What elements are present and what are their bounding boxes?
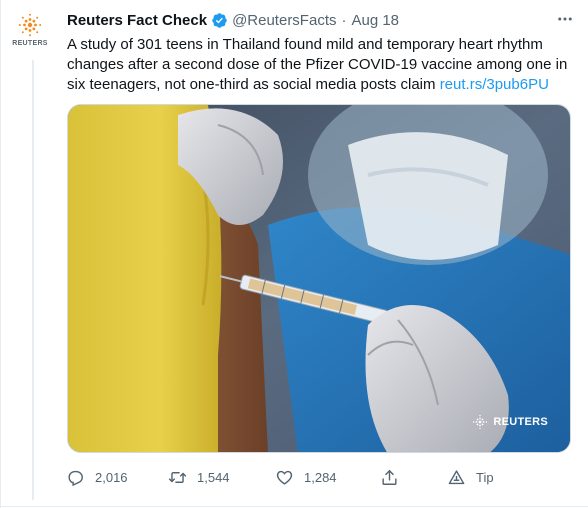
- reply-icon: [68, 470, 83, 486]
- retweet-button[interactable]: 1,544: [168, 468, 230, 487]
- retweet-count: 1,544: [197, 469, 230, 485]
- tweet-actions-bar: 2,016 1,544 1,284 Tip: [60, 463, 580, 491]
- like-count: 1,284: [304, 469, 337, 485]
- author-name[interactable]: Reuters Fact Check: [67, 12, 207, 29]
- heart-icon: [276, 470, 293, 485]
- bottom-border: [0, 506, 588, 507]
- tweet-text-line: six teenagers, not one-third as social m…: [67, 75, 577, 95]
- separator-dot: ·: [341, 11, 347, 29]
- avatar-wordmark: REUTERS: [12, 40, 48, 47]
- watermark-text: REUTERS: [493, 416, 548, 428]
- tip-icon: [448, 469, 465, 484]
- avatar-column: REUTERS: [8, 12, 52, 56]
- verified-badge-icon: [212, 12, 227, 28]
- left-border: [0, 0, 1, 508]
- vaccination-photo: [68, 105, 570, 452]
- retweet-icon: [168, 471, 187, 483]
- tweet-text-fragment: six teenagers, not one-third as social m…: [67, 76, 440, 93]
- like-button[interactable]: 1,284: [275, 468, 337, 487]
- share-button[interactable]: [380, 468, 399, 487]
- thread-line: [32, 60, 34, 500]
- reply-count: 2,016: [95, 469, 128, 485]
- tweet-date[interactable]: Aug 18: [351, 12, 399, 29]
- tweet-link[interactable]: reut.rs/3pub6PU: [440, 76, 549, 93]
- tip-label: Tip: [476, 469, 494, 485]
- tweet-text-line: changes after a second dose of the Pfize…: [67, 56, 568, 73]
- tweet-text-line: A study of 301 teens in Thailand found m…: [67, 36, 543, 53]
- share-icon: [382, 469, 397, 485]
- reuters-watermark-icon: [473, 414, 488, 430]
- more-options-button[interactable]: [553, 7, 577, 31]
- tip-button[interactable]: Tip: [447, 468, 494, 487]
- author-handle[interactable]: @ReutersFacts: [232, 12, 336, 29]
- tweet-header: Reuters Fact Check @ReutersFacts · Aug 1…: [67, 9, 577, 31]
- avatar[interactable]: REUTERS: [8, 12, 52, 56]
- reply-button[interactable]: 2,016: [66, 468, 128, 487]
- media-watermark: REUTERS: [472, 414, 548, 430]
- reuters-logo-icon: [18, 13, 42, 37]
- tweet-media-photo[interactable]: REUTERS: [67, 104, 571, 453]
- more-options-icon: [558, 17, 572, 21]
- tweet-text: A study of 301 teens in Thailand found m…: [67, 35, 577, 95]
